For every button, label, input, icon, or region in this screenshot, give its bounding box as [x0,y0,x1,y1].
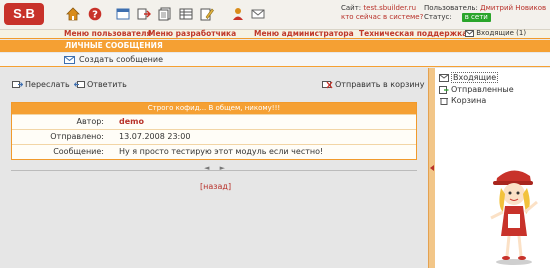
prev-arrow-icon[interactable]: ◄ [204,164,209,172]
pager: ◄ ► [204,164,225,172]
body-label: Сообщение: [53,147,104,156]
site-info: Сайт: test.sbuilder.ru кто сейчас в сист… [341,4,423,22]
sidebar-item-trash[interactable]: Корзина [439,96,486,105]
user-info: Пользователь: Дмитрий Новиков Статус: в с… [424,4,546,22]
sidebar-splitter[interactable] [428,68,435,268]
site-label: Сайт: [341,4,362,12]
trash-label: Отправить в корзину [335,80,425,89]
export-icon[interactable] [137,7,151,21]
message-subject: Строго кофид... В общем, никому!!! [12,103,416,114]
top-toolbar: S.B ? Сайт: test.sbuilder.ru кто сейчас … [0,0,550,30]
body-value: Ну я просто тестирую этот модуль если че… [119,147,324,156]
trash-icon [440,97,448,105]
main-content: Переслать Ответить Отправить в корзину С… [0,68,428,268]
user-online-icon[interactable] [231,7,245,21]
reply-button[interactable]: Ответить [74,80,127,89]
sidebar-item-inbox[interactable]: Входящие [439,72,499,83]
documents-icon[interactable] [158,7,172,21]
author-row: Автор: demo [12,114,416,129]
new-message-icon[interactable] [64,56,75,64]
message-card: Строго кофид... В общем, никому!!! Автор… [11,102,417,160]
create-message-link[interactable]: Создать сообщение [79,55,163,64]
body-row: Сообщение: Ну я просто тестирую этот мод… [12,144,416,159]
trash-button[interactable]: Отправить в корзину [322,80,424,89]
forward-label: Переслать [25,80,70,89]
next-arrow-icon[interactable]: ► [220,164,225,172]
svg-text:?: ? [92,10,98,21]
create-row: Создать сообщение [0,53,550,67]
forward-button[interactable]: Переслать [12,80,70,89]
sidebar-item-label: Входящие [451,72,499,83]
author-link[interactable]: demo [119,117,144,126]
author-label: Автор: [76,117,104,126]
mascot-image [490,170,538,265]
sent-row: Отправлено: 13.07.2008 23:00 [12,129,416,144]
inbox-link-label: Входящие (1) [476,29,527,37]
status-label: Статус: [424,13,452,21]
edit-icon[interactable] [200,7,214,21]
who-online-link[interactable]: кто сейчас в системе? [341,13,423,21]
delete-icon [322,81,333,89]
home-icon[interactable] [66,7,80,21]
window-icon[interactable] [116,7,130,21]
page-title: ЛИЧНЫЕ СООБЩЕНИЯ [0,40,550,52]
inbox-link[interactable]: Входящие (1) [465,29,526,37]
app-logo: S.B [4,3,44,25]
sidebar-item-label: Отправленные [451,85,514,94]
sent-icon [439,85,449,94]
back-link[interactable]: [назад] [200,182,231,191]
reply-label: Ответить [87,80,127,89]
table-icon[interactable] [179,7,193,21]
sidebar-item-label: Корзина [451,96,487,105]
menu-admin[interactable]: Меню администратора [254,29,354,38]
sent-value: 13.07.2008 23:00 [119,132,191,141]
envelope-icon [465,29,474,37]
main-menu: Меню пользователя Меню разработчика Меню… [0,29,550,39]
site-link[interactable]: test.sbuilder.ru [363,4,416,12]
status-badge: в сети [461,13,491,22]
collapse-arrow-icon[interactable] [430,165,434,171]
sent-label: Отправлено: [50,132,104,141]
user-link[interactable]: Дмитрий Новиков [480,4,546,12]
sidebar-item-sent[interactable]: Отправленные [439,85,514,94]
menu-user[interactable]: Меню пользователя [64,29,151,38]
mail-icon[interactable] [251,7,265,21]
menu-developer[interactable]: Меню разработчика [148,29,236,38]
user-label: Пользователь: [424,4,478,12]
inbox-icon [439,73,449,82]
help-icon[interactable]: ? [88,7,102,21]
menu-support[interactable]: Техническая поддержка [359,29,467,38]
forward-icon [12,81,23,88]
reply-icon [74,81,85,88]
